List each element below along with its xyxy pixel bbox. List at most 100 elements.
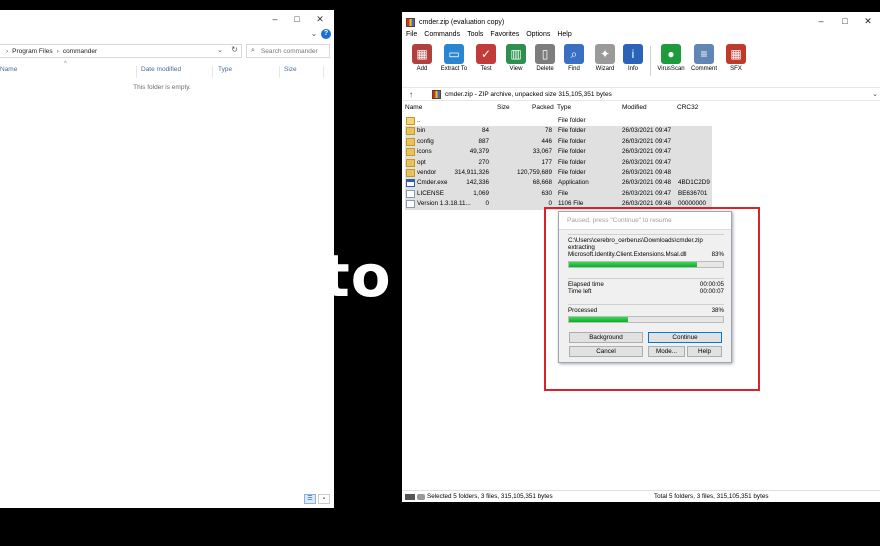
column-type[interactable]: Type (557, 104, 571, 111)
chevron-down-icon[interactable]: ⌄ (217, 46, 223, 54)
up-arrow-icon[interactable]: ↑ (402, 90, 420, 99)
menu-help[interactable]: Help (557, 31, 571, 41)
find-button[interactable]: ⌕ Find (557, 44, 591, 72)
file-type: Application (558, 179, 589, 187)
elapsed-label: Elapsed time (568, 281, 604, 288)
chevron-down-icon[interactable]: ⌄ (308, 29, 320, 41)
file-packed: 630 (541, 189, 552, 197)
comment-icon: ≡ (694, 44, 714, 64)
column-date-modified[interactable]: Date modified (141, 66, 181, 73)
list-item[interactable]: Cmder.exe 142,336 68,668 Application 26/03/2… (405, 178, 712, 189)
magnifier-icon: ⌕ (564, 44, 584, 64)
details-view-icon[interactable]: ☰ (304, 494, 316, 504)
menu-commands[interactable]: Commands (424, 31, 460, 41)
menu-bar: File Commands Tools Favorites Options He… (402, 31, 572, 41)
info-button[interactable]: i Info (616, 44, 650, 72)
extract-to-button[interactable]: ▭ Extract To (437, 44, 471, 72)
file-type: File folder (558, 148, 586, 156)
test-button[interactable]: ✓ Test (469, 44, 503, 72)
search-input[interactable]: ⌕ Search commander (246, 44, 330, 58)
column-name[interactable]: Name (0, 66, 17, 73)
menu-file[interactable]: File (406, 31, 417, 41)
info-icon: i (623, 44, 643, 64)
help-button[interactable]: Help (687, 346, 722, 357)
close-icon[interactable]: ✕ (861, 16, 875, 27)
breadcrumb-item[interactable]: Program Files (12, 48, 52, 55)
window-title: cmder.zip (evaluation copy) (419, 18, 505, 26)
chevron-down-icon[interactable]: ⌄ (872, 90, 878, 98)
menu-favorites[interactable]: Favorites (490, 31, 519, 41)
file-modified: 26/03/2021 09:47 (622, 148, 672, 156)
file-size: 1,069 (473, 189, 489, 197)
toolbar-label: Test (480, 66, 492, 72)
toolbar-label: Comment (690, 66, 717, 72)
list-item[interactable]: vendor 314,911,326 120,759,689 File folder 2… (405, 167, 712, 179)
list-item[interactable]: bin 84 78 File folder 26/03/2021 09:47 (405, 126, 712, 137)
sfx-button[interactable]: ▦ SFX (719, 44, 753, 72)
current-file-pane: C:\Users\cerebro_cerberus\Downloads\cmde… (568, 234, 724, 268)
minimize-icon[interactable]: – (268, 13, 282, 25)
maximize-icon[interactable]: □ (838, 16, 852, 26)
address-bar[interactable]: › Program Files › commander ⌄ ↻ (0, 44, 242, 58)
add-button[interactable]: ▦ Add (405, 44, 439, 72)
refresh-icon[interactable]: ↻ (231, 45, 238, 54)
file-packed: 120,759,689 (516, 168, 552, 176)
maximize-icon[interactable]: □ (290, 13, 304, 25)
large-icons-view-icon[interactable]: ▪ (318, 494, 330, 504)
time-left-row: Time left 00:00:07 (568, 288, 724, 295)
close-icon[interactable]: ✕ (313, 13, 327, 25)
search-icon: ⌕ (251, 47, 255, 54)
archive-path-bar[interactable]: ↑ cmder.zip - ZIP archive, unpacked size… (402, 87, 880, 101)
help-icon[interactable]: ? (321, 29, 331, 39)
cancel-button[interactable]: Cancel (569, 346, 643, 357)
minimize-icon[interactable]: – (814, 16, 828, 26)
processed-progress-fill (569, 317, 628, 323)
elapsed-value: 00:00:05 (699, 281, 724, 288)
magic-wand-icon: ✦ (595, 44, 615, 64)
status-total: Total 5 folders, 3 files, 315,105,351 by… (654, 493, 769, 500)
column-divider[interactable] (279, 66, 280, 78)
column-crc32[interactable]: CRC32 (677, 104, 698, 111)
winrar-app-icon (406, 17, 415, 27)
file-modified: 26/03/2021 09:48 (622, 179, 672, 187)
column-divider[interactable] (212, 66, 213, 78)
column-modified[interactable]: Modified (622, 104, 647, 111)
menu-options[interactable]: Options (526, 31, 550, 41)
view-book-icon: ▥ (506, 44, 526, 64)
file-packed: 446 (541, 137, 552, 145)
empty-folder-message: This folder is empty. (133, 84, 191, 91)
current-file-row: Microsoft.Identity.Client.Extensions.Msa… (568, 251, 724, 258)
file-crc32: 4BD1C2D9 (678, 179, 710, 187)
key-icon[interactable] (417, 493, 425, 500)
list-item[interactable]: icons 49,379 33,067 File folder 26/03/2021 0… (405, 147, 712, 158)
column-divider[interactable] (136, 66, 137, 78)
list-item[interactable]: LICENSE 1,069 630 File 26/03/2021 09:47 BE636… (405, 188, 712, 200)
drive-icon[interactable] (405, 493, 415, 500)
folder-icon (406, 168, 415, 177)
background-text: to (322, 242, 392, 310)
file-size: 84 (481, 127, 489, 135)
toolbar-label: Add (416, 66, 428, 72)
background-button[interactable]: Background (569, 332, 643, 343)
column-size[interactable]: Size (284, 66, 297, 73)
menu-tools[interactable]: Tools (467, 31, 483, 41)
list-item[interactable]: opt 270 177 File folder 26/03/2021 09:47 (405, 157, 712, 168)
list-item[interactable]: config 887 446 File folder 26/03/2021 09:47 (405, 136, 712, 148)
virus-scan-icon: ● (661, 44, 681, 64)
toolbar-label: Wizard (595, 66, 615, 72)
list-item[interactable]: .. File folder (405, 116, 712, 126)
column-packed[interactable]: Packed (532, 104, 554, 111)
archive-path: cmder.zip - ZIP archive, unpacked size 3… (445, 90, 612, 98)
virusscan-button[interactable]: ● VirusScan (654, 44, 688, 72)
breadcrumb-item[interactable]: commander (63, 48, 97, 55)
column-name[interactable]: Name (405, 104, 422, 111)
column-divider[interactable] (323, 66, 324, 78)
mode-button[interactable]: Mode... (648, 346, 685, 357)
file-packed: 78 (544, 127, 552, 135)
column-size[interactable]: Size (497, 104, 510, 111)
continue-button[interactable]: Continue (648, 332, 722, 343)
time-left-value: 00:00:07 (699, 288, 724, 296)
comment-button[interactable]: ≡ Comment (687, 44, 721, 72)
file-name: bin (417, 127, 426, 135)
column-type[interactable]: Type (218, 66, 232, 73)
